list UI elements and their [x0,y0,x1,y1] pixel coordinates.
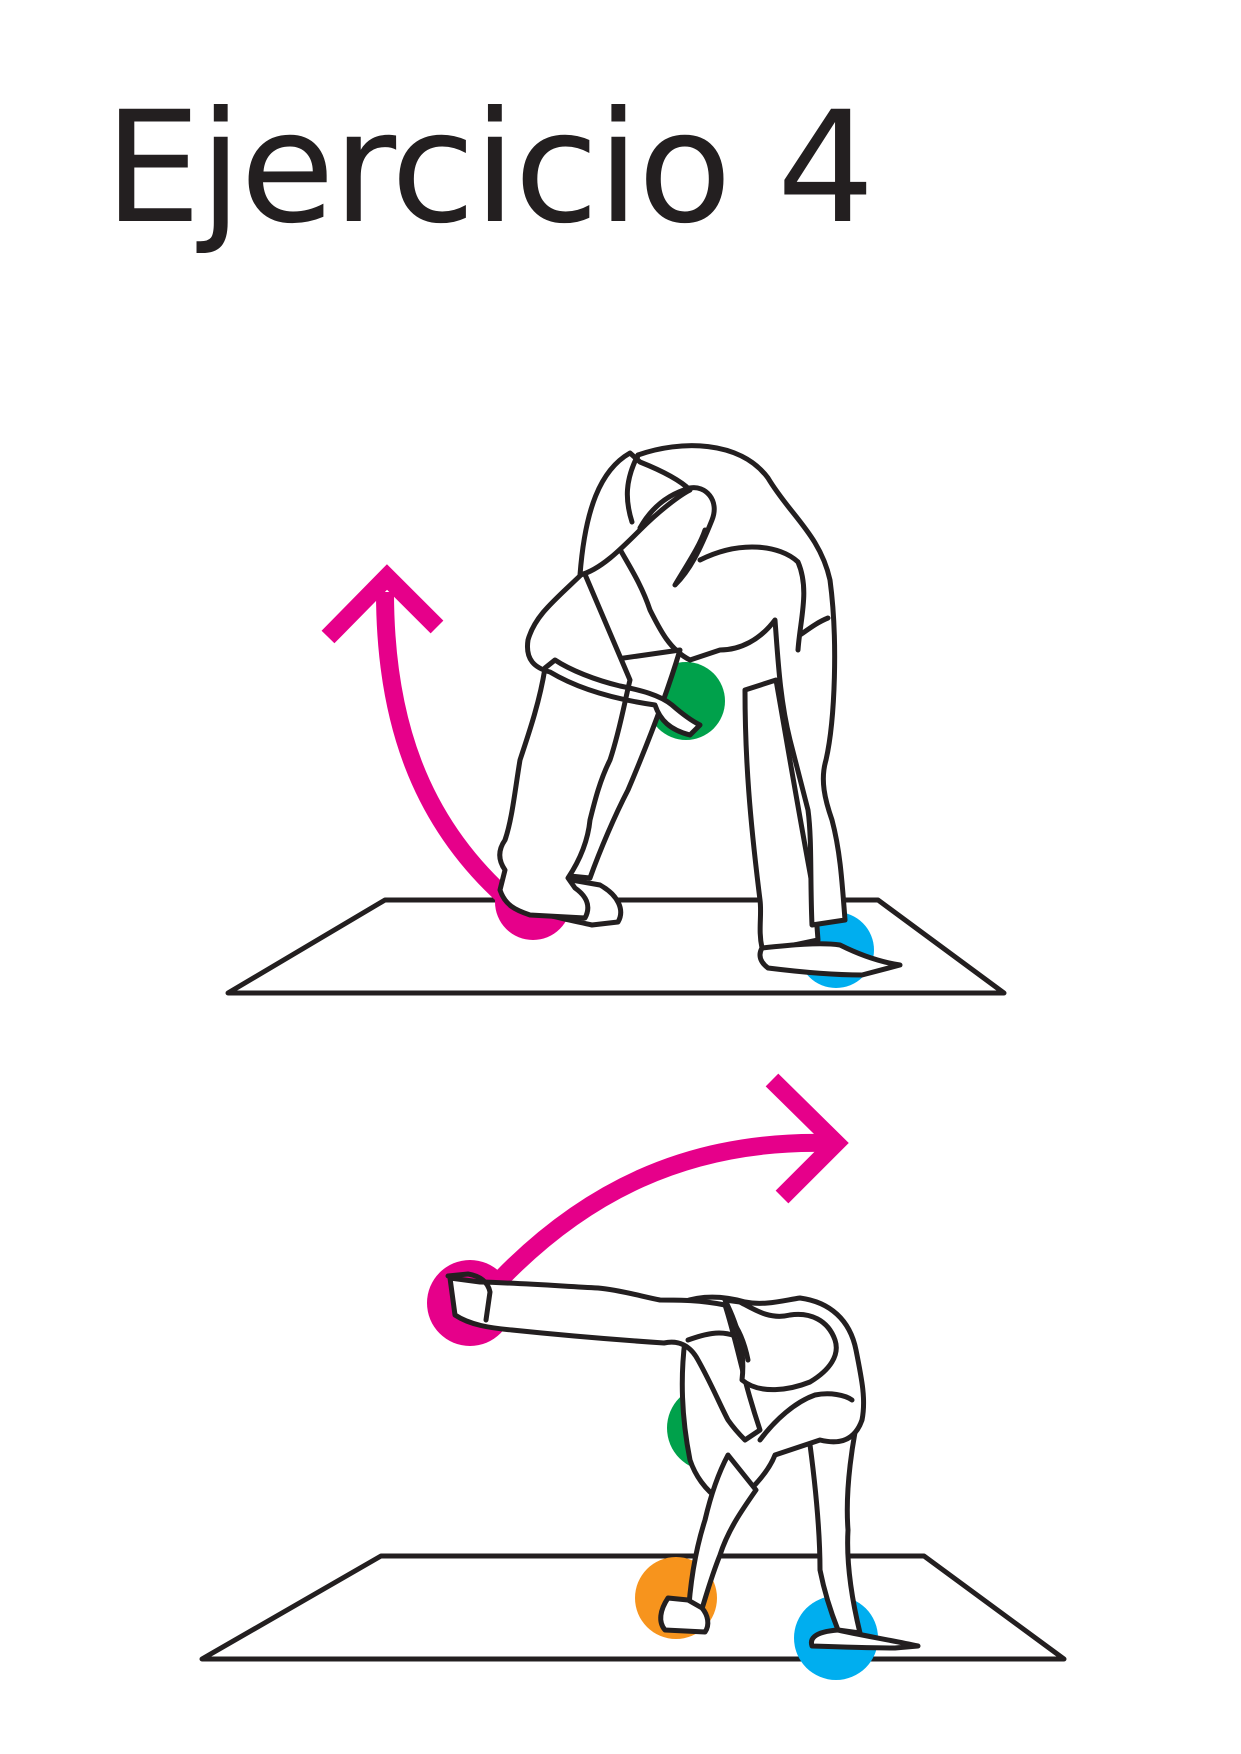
arrow-up-left-icon [376,591,512,904]
back-foot-1 [757,941,903,978]
exercise-mat-2 [199,1553,1067,1662]
arrow-up-right-icon [478,1133,827,1303]
figure-step-2 [199,1073,1067,1680]
exercise-illustration [199,443,1067,1680]
figure-step-1 [225,443,1007,996]
